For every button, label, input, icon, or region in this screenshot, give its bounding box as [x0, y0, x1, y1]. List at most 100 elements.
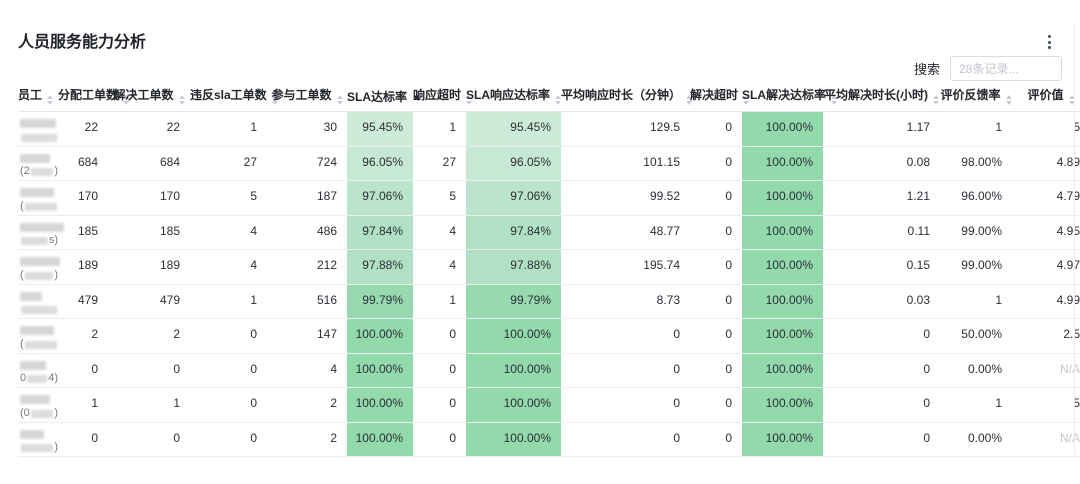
- cell-sla-response-rate: 97.84%: [466, 215, 561, 250]
- cell-sla-response-rate: 100.00%: [466, 353, 561, 388]
- cell-rating: N/A: [1012, 353, 1080, 388]
- search-bar: 搜索: [914, 56, 1062, 81]
- cell-sla-violation-tickets: 0: [190, 319, 267, 354]
- cell-avg-response-minutes: 8.73: [561, 284, 690, 319]
- personnel-service-analysis-panel: 人员服务能力分析 搜索 员工分配工单数解决工单数违反sla工单数参与工单数 SLA…: [0, 0, 1080, 484]
- cell-assigned-tickets: 189: [58, 250, 108, 285]
- cell-rating: 4.89: [1012, 146, 1080, 181]
- cell-sla-resolve-rate: 100.00%: [742, 146, 823, 181]
- cell-feedback-rate: 0.00%: [940, 422, 1012, 457]
- table-row: 04)0004100.00%0100.00%00100.00%00.00%N/A: [18, 353, 1080, 388]
- cell-resolve-timeout: 0: [690, 353, 742, 388]
- cell-participated-tickets: 724: [267, 146, 347, 181]
- cell-avg-resolve-hours: 1.21: [823, 181, 940, 216]
- cell-response-timeout: 4: [413, 215, 466, 250]
- cell-sla-resolve-rate: 100.00%: [742, 388, 823, 423]
- column-header-avg-response-minutes[interactable]: 平均响应时长（分钟）: [561, 86, 690, 112]
- cell-sla-violation-tickets: 27: [190, 146, 267, 181]
- cell-resolve-timeout: 0: [690, 250, 742, 285]
- cell-avg-resolve-hours: 0.03: [823, 284, 940, 319]
- table-row: (170170518797.06%597.06%99.520100.00%1.2…: [18, 181, 1080, 216]
- column-header-sla-rate[interactable]: SLA达标率: [347, 86, 413, 112]
- cell-avg-response-minutes: 48.77: [561, 215, 690, 250]
- cell-feedback-rate: 99.00%: [940, 215, 1012, 250]
- column-header-rating[interactable]: 评价值: [1012, 86, 1080, 112]
- cell-participated-tickets: 486: [267, 215, 347, 250]
- cell-participated-tickets: 2: [267, 422, 347, 457]
- redacted-employee-name: [20, 223, 64, 232]
- cell-assigned-tickets: 684: [58, 146, 108, 181]
- cell-avg-resolve-hours: 0.08: [823, 146, 940, 181]
- cell-avg-resolve-hours: 0: [823, 422, 940, 457]
- cell-sla-violation-tickets: 4: [190, 250, 267, 285]
- cell-employee: [18, 284, 58, 319]
- column-header-sla-response-rate[interactable]: SLA响应达标率: [466, 86, 561, 112]
- column-header-response-timeout[interactable]: 响应超时: [413, 86, 466, 112]
- cell-participated-tickets: 187: [267, 181, 347, 216]
- cell-feedback-rate: 0.00%: [940, 353, 1012, 388]
- cell-sla-resolve-rate: 100.00%: [742, 422, 823, 457]
- cell-sla-rate: 100.00%: [347, 353, 413, 388]
- page-title: 人员服务能力分析: [18, 28, 146, 52]
- cell-resolve-timeout: 0: [690, 284, 742, 319]
- column-label: SLA响应达标率: [466, 88, 550, 102]
- column-header-sla-resolve-rate[interactable]: SLA解决达标率: [742, 86, 823, 112]
- cell-assigned-tickets: 2: [58, 319, 108, 354]
- cell-sla-response-rate: 97.06%: [466, 181, 561, 216]
- cell-participated-tickets: 30: [267, 112, 347, 147]
- cell-avg-resolve-hours: 0: [823, 388, 940, 423]
- cell-sla-rate: 99.79%: [347, 284, 413, 319]
- sort-carets-icon: [337, 95, 343, 105]
- search-input[interactable]: [950, 56, 1062, 81]
- cell-sla-resolve-rate: 100.00%: [742, 250, 823, 285]
- column-header-avg-resolve-hours[interactable]: 平均解决时长(小时): [823, 86, 940, 112]
- cell-employee: (2): [18, 146, 58, 181]
- column-header-employee[interactable]: 员工: [18, 86, 58, 112]
- cell-avg-resolve-hours: 0.15: [823, 250, 940, 285]
- sort-carets-icon: [933, 95, 939, 105]
- cell-assigned-tickets: 22: [58, 112, 108, 147]
- cell-avg-resolve-hours: 0: [823, 319, 940, 354]
- column-label: 参与工单数: [271, 88, 331, 102]
- cell-resolved-tickets: 170: [108, 181, 190, 216]
- cell-employee: 04): [18, 353, 58, 388]
- cell-resolved-tickets: 479: [108, 284, 190, 319]
- redacted-employee-id: [20, 131, 58, 144]
- cell-sla-violation-tickets: 5: [190, 181, 267, 216]
- cell-avg-resolve-hours: 1.17: [823, 112, 940, 147]
- cell-rating: 4.95: [1012, 215, 1080, 250]
- cell-sla-violation-tickets: 4: [190, 215, 267, 250]
- cell-participated-tickets: 4: [267, 353, 347, 388]
- column-label: 响应超时: [413, 88, 461, 102]
- column-header-sla-violation-tickets[interactable]: 违反sla工单数: [190, 86, 267, 112]
- column-header-assigned-tickets[interactable]: 分配工单数: [58, 86, 108, 112]
- column-header-resolved-tickets[interactable]: 解决工单数: [108, 86, 190, 112]
- cell-sla-response-rate: 97.88%: [466, 250, 561, 285]
- cell-participated-tickets: 212: [267, 250, 347, 285]
- cell-resolved-tickets: 684: [108, 146, 190, 181]
- kebab-menu-icon[interactable]: [1046, 33, 1053, 51]
- cell-sla-violation-tickets: 0: [190, 422, 267, 457]
- cell-assigned-tickets: 1: [58, 388, 108, 423]
- column-label: 评价值: [1027, 88, 1063, 102]
- sort-carets-icon: [1006, 95, 1012, 105]
- cell-assigned-tickets: 0: [58, 353, 108, 388]
- cell-sla-rate: 95.45%: [347, 112, 413, 147]
- cell-rating: 2.5: [1012, 319, 1080, 354]
- column-header-feedback-rate[interactable]: 评价反馈率: [940, 86, 1012, 112]
- cell-employee: (0): [18, 388, 58, 423]
- cell-sla-resolve-rate: 100.00%: [742, 319, 823, 354]
- column-label: 违反sla工单数: [190, 88, 267, 102]
- redacted-employee-name: [20, 395, 50, 404]
- cell-sla-response-rate: 95.45%: [466, 112, 561, 147]
- cell-sla-resolve-rate: 100.00%: [742, 284, 823, 319]
- analysis-table-wrap: 员工分配工单数解决工单数违反sla工单数参与工单数 SLA达标率响应超时 SLA响应…: [18, 86, 1080, 457]
- cell-resolve-timeout: 0: [690, 215, 742, 250]
- column-label: SLA解决达标率: [742, 88, 826, 102]
- cell-avg-response-minutes: 0: [561, 388, 690, 423]
- search-label: 搜索: [914, 59, 940, 78]
- cell-rating: 5: [1012, 388, 1080, 423]
- column-header-resolve-timeout[interactable]: 解决超时: [690, 86, 742, 112]
- cell-rating: 4.99: [1012, 284, 1080, 319]
- column-header-participated-tickets[interactable]: 参与工单数: [267, 86, 347, 112]
